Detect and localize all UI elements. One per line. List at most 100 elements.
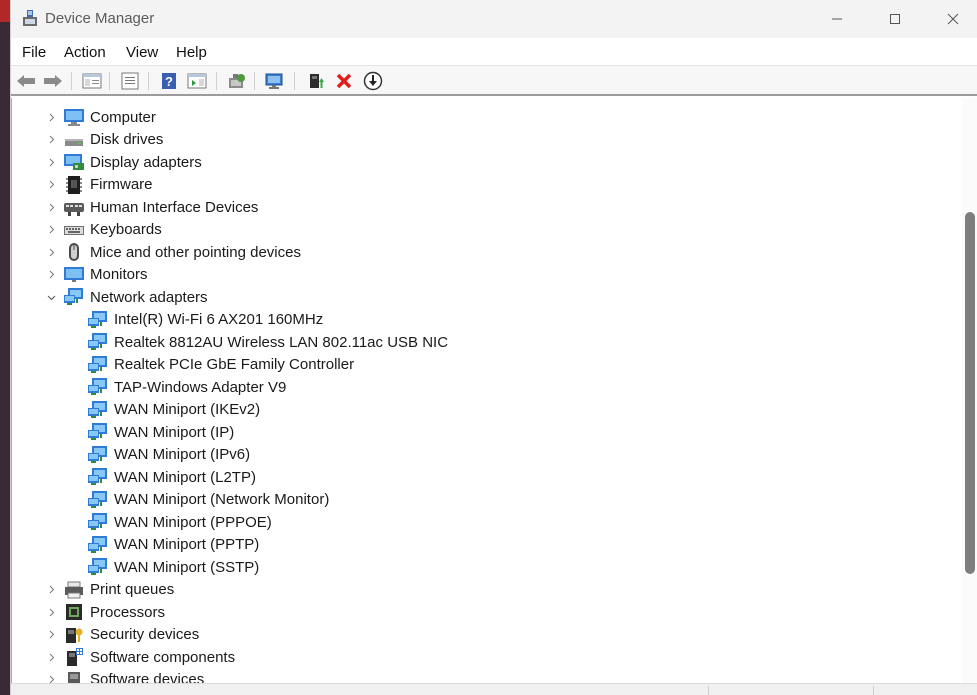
vertical-scrollbar[interactable] (962, 98, 977, 683)
tree-device[interactable]: WAN Miniport (IPv6) (87, 444, 250, 466)
minimize-button[interactable] (808, 0, 866, 38)
expand-chevron-icon[interactable] (45, 196, 57, 218)
collapse-chevron-icon[interactable] (45, 286, 57, 308)
expand-chevron-icon[interactable] (45, 219, 57, 241)
expand-chevron-icon[interactable] (45, 241, 57, 263)
tree-category[interactable]: Software devices (63, 669, 205, 683)
scrollbar-thumb[interactable] (965, 212, 975, 574)
tree-device-label: WAN Miniport (SSTP) (114, 558, 260, 576)
expand-chevron-icon[interactable] (45, 579, 57, 601)
tree-device[interactable]: WAN Miniport (PPPOE) (87, 511, 272, 533)
tree-category-label: Keyboards (90, 221, 162, 238)
expand-chevron-icon[interactable] (45, 106, 57, 128)
tree-category-label: Software devices (90, 671, 205, 683)
device-manager-window: Device Manager File Action View Help ? C… (10, 0, 977, 695)
display-adapter-icon (63, 152, 85, 172)
tree-device-label: WAN Miniport (PPTP) (114, 536, 260, 553)
device-tree[interactable]: Computer Disk drives Display adapters Firmw… (11, 98, 962, 683)
tree-category[interactable]: Processors (63, 601, 165, 623)
tree-device[interactable]: WAN Miniport (IP) (87, 421, 234, 443)
network-adapter-icon (63, 287, 85, 307)
tree-category[interactable]: Firmware (63, 174, 153, 196)
tree-device-label: Intel(R) Wi-Fi 6 AX201 160MHz (114, 311, 324, 328)
menu-view[interactable]: View (126, 44, 158, 61)
maximize-icon (890, 14, 900, 24)
monitor-icon (63, 265, 85, 285)
tree-category[interactable]: Human Interface Devices (63, 196, 258, 218)
uninstall-device-icon (336, 73, 352, 89)
enable-device-button[interactable] (305, 71, 327, 91)
forward-button[interactable] (42, 71, 64, 91)
menu-file[interactable]: File (22, 44, 46, 61)
back-arrow-icon (17, 75, 35, 87)
expand-chevron-icon[interactable] (45, 601, 57, 623)
action-pane-icon (187, 73, 207, 89)
tree-category[interactable]: Software components (63, 646, 235, 668)
network-adapter-icon (87, 467, 109, 487)
title-bar[interactable]: Device Manager (11, 0, 977, 38)
network-adapter-icon (87, 490, 109, 510)
tree-category[interactable]: Disk drives (63, 129, 163, 151)
update-driver-button[interactable] (362, 71, 384, 91)
tree-category-label: Print queues (90, 581, 175, 598)
tree-device-label: WAN Miniport (IPv6) (114, 446, 251, 463)
tree-category-label: Processors (90, 603, 166, 621)
tree-device[interactable]: WAN Miniport (PPTP) (87, 534, 259, 556)
tree-device[interactable]: WAN Miniport (L2TP) (87, 466, 256, 488)
expand-chevron-icon[interactable] (45, 646, 57, 668)
tree-device[interactable]: Realtek 8812AU Wireless LAN 802.11ac USB… (87, 331, 448, 353)
expand-chevron-icon[interactable] (45, 264, 57, 286)
back-button[interactable] (15, 71, 37, 91)
tree-category-label: Network adapters (90, 288, 208, 306)
printer-icon (63, 580, 85, 600)
expand-chevron-icon[interactable] (45, 669, 57, 683)
monitor-network-button[interactable] (264, 71, 286, 91)
action-pane-button[interactable] (186, 71, 208, 91)
menu-bar: File Action View Help (11, 38, 977, 66)
disk-drive-icon (63, 130, 85, 150)
tree-category-label: Computer (90, 108, 156, 126)
expand-chevron-icon[interactable] (45, 174, 57, 196)
expand-chevron-icon[interactable] (45, 151, 57, 173)
menu-help[interactable]: Help (176, 44, 207, 61)
scan-hardware-button[interactable] (226, 71, 248, 91)
tree-category-label: Software components (90, 648, 236, 666)
properties-button[interactable] (119, 71, 141, 91)
tree-category[interactable]: Monitors (63, 264, 148, 286)
window-title: Device Manager (45, 10, 155, 27)
tree-device[interactable]: WAN Miniport (IKEv2) (87, 399, 260, 421)
toolbar-separator (109, 72, 110, 90)
tree-category-label: Disk drives (90, 131, 164, 148)
tree-category[interactable]: Network adapters (63, 286, 208, 308)
expand-chevron-icon[interactable] (45, 129, 57, 151)
tree-category[interactable]: Mice and other pointing devices (63, 241, 301, 263)
help-button[interactable]: ? (158, 71, 180, 91)
show-hide-console-tree-button[interactable] (81, 71, 103, 91)
status-bar (11, 683, 977, 695)
tree-device[interactable]: Intel(R) Wi-Fi 6 AX201 160MHz (87, 309, 323, 331)
tree-category[interactable]: Print queues (63, 579, 174, 601)
tree-category-label: Firmware (90, 176, 153, 193)
close-button[interactable] (924, 0, 977, 38)
tree-category[interactable]: Display adapters (63, 151, 202, 173)
tree-category[interactable]: Keyboards (63, 219, 162, 241)
tree-device[interactable]: Realtek PCIe GbE Family Controller (87, 354, 354, 376)
status-divider (708, 686, 709, 695)
toolbar-separator (71, 72, 72, 90)
uninstall-device-button[interactable] (333, 71, 355, 91)
software-component-icon (63, 647, 85, 667)
menu-action[interactable]: Action (64, 44, 106, 61)
tree-device[interactable]: WAN Miniport (Network Monitor) (87, 489, 329, 511)
device-manager-app-icon (23, 10, 37, 26)
close-icon (947, 13, 959, 25)
expand-chevron-icon[interactable] (45, 624, 57, 646)
tree-device[interactable]: TAP-Windows Adapter V9 (87, 376, 286, 398)
tree-category[interactable]: Computer (63, 106, 156, 128)
show-hide-console-tree-icon (82, 73, 102, 89)
network-adapter-icon (87, 535, 109, 555)
network-adapter-icon (87, 355, 109, 375)
maximize-button[interactable] (866, 0, 924, 38)
tree-category[interactable]: Security devices (63, 624, 199, 646)
tree-device[interactable]: WAN Miniport (SSTP) (87, 556, 259, 578)
forward-arrow-icon (44, 75, 62, 87)
